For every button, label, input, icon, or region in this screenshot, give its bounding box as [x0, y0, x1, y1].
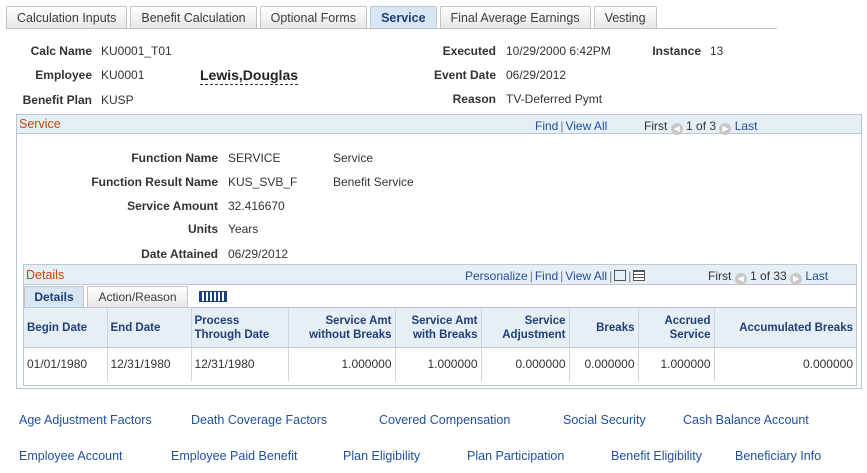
col-accrued-service[interactable]: Accrued Service	[638, 307, 715, 348]
details-first-label: First	[708, 269, 732, 283]
reason-value: TV-Deferred Pymt	[506, 92, 603, 106]
service-amount-label: Service Amount	[127, 199, 218, 213]
event-date-value: 06/29/2012	[506, 68, 567, 82]
download-grid-icon[interactable]	[633, 270, 646, 281]
tab-service[interactable]: Service	[370, 6, 437, 29]
col-process-through-date[interactable]: Process Through Date	[191, 307, 289, 348]
details-grid-header: Details Personalize | Find | View All | | Firs…	[24, 265, 856, 285]
link-plan-participation[interactable]: Plan Participation	[467, 449, 564, 463]
details-view-all-link[interactable]: View All	[565, 269, 607, 283]
details-last-link[interactable]: Last	[805, 269, 828, 283]
link-plan-eligibility[interactable]: Plan Eligibility	[343, 449, 420, 463]
service-section-title: Service	[19, 117, 61, 131]
units-label: Units	[188, 222, 218, 236]
employee-id-value: KU0001	[101, 68, 145, 82]
link-social-security[interactable]: Social Security	[563, 413, 646, 427]
component-tabs: Calculation Inputs Benefit Calculation O…	[6, 6, 660, 29]
grid-tab-action-reason[interactable]: Action/Reason	[87, 286, 188, 308]
link-benefit-eligibility[interactable]: Benefit Eligibility	[611, 449, 702, 463]
col-begin-date[interactable]: Begin Date	[24, 307, 108, 348]
calc-name-value: KU0001_T01	[101, 44, 172, 58]
link-employee-paid-benefit[interactable]: Employee Paid Benefit	[171, 449, 297, 463]
function-result-label: Function Result Name	[91, 175, 218, 189]
tab-calculation-inputs[interactable]: Calculation Inputs	[6, 6, 128, 29]
details-find-link[interactable]: Find	[535, 269, 558, 283]
zoom-grid-icon[interactable]	[614, 270, 627, 281]
cell-breaks: 0.000000	[569, 347, 639, 381]
service-first-label: First	[644, 119, 668, 133]
col-service-amt-without-breaks[interactable]: Service Amt without Breaks	[288, 307, 396, 348]
function-name-desc: Service	[333, 151, 374, 165]
service-pager-count: 1 of 3	[686, 119, 717, 133]
reason-label: Reason	[452, 92, 496, 106]
service-amount-value: 32.416670	[228, 199, 285, 213]
employee-label: Employee	[35, 68, 92, 82]
cell-service-amt-with-breaks: 1.000000	[395, 347, 482, 381]
cell-accumulated-breaks: 0.000000	[714, 347, 856, 381]
service-section-header: Service Find | View All First ◀ 1 of 3 ▶ L…	[17, 115, 861, 135]
link-beneficiary-info[interactable]: Beneficiary Info	[735, 449, 821, 463]
tab-optional-forms[interactable]: Optional Forms	[259, 6, 368, 29]
previous-row-arrow-icon[interactable]: ◀	[734, 273, 747, 285]
function-name-value: SERVICE	[228, 151, 281, 165]
function-name-label: Function Name	[131, 151, 218, 165]
col-service-adjustment[interactable]: Service Adjustment	[481, 307, 570, 348]
col-accumulated-breaks[interactable]: Accumulated Breaks	[714, 307, 856, 348]
calc-name-label: Calc Name	[30, 44, 92, 58]
details-pager-count: 1 of 33	[750, 269, 787, 283]
details-pager: First ◀ 1 of 33 ▶ Last	[708, 269, 828, 285]
function-result-value: KUS_SVB_F	[228, 175, 298, 189]
next-arrow-icon[interactable]: ▶	[719, 123, 732, 135]
tab-final-average-earnings[interactable]: Final Average Earnings	[439, 6, 591, 29]
details-table: Begin Date End Date Process Through Date…	[24, 307, 856, 381]
executed-label: Executed	[442, 44, 496, 58]
col-breaks[interactable]: Breaks	[569, 307, 639, 348]
link-death-coverage-factors[interactable]: Death Coverage Factors	[191, 413, 327, 427]
cell-accrued-service: 1.000000	[638, 347, 715, 381]
function-result-desc: Benefit Service	[333, 175, 414, 189]
link-cash-balance-account[interactable]: Cash Balance Account	[683, 413, 809, 427]
tab-vesting[interactable]: Vesting	[593, 6, 657, 29]
details-grid: Details Personalize | Find | View All | | Firs…	[23, 264, 857, 386]
benefit-plan-label: Benefit Plan	[22, 93, 92, 107]
show-all-columns-icon[interactable]	[199, 291, 227, 302]
event-date-label: Event Date	[433, 68, 496, 82]
date-attained-label: Date Attained	[141, 247, 218, 261]
personalize-link[interactable]: Personalize	[465, 269, 528, 283]
units-value: Years	[228, 222, 259, 236]
link-age-adjustment-factors[interactable]: Age Adjustment Factors	[19, 413, 152, 427]
cell-begin-date: 01/01/1980	[24, 347, 108, 381]
service-pager: First ◀ 1 of 3 ▶ Last	[644, 119, 757, 135]
details-nav: Personalize | Find | View All | |	[465, 269, 646, 283]
cell-service-amt-without-breaks: 1.000000	[288, 347, 396, 381]
cell-process-through-date: 12/31/1980	[191, 347, 289, 381]
link-employee-account[interactable]: Employee Account	[19, 449, 123, 463]
employee-name[interactable]: Lewis,Douglas	[200, 67, 299, 85]
executed-value: 10/29/2000 6:42PM	[506, 44, 611, 58]
cell-service-adjustment: 0.000000	[481, 347, 570, 381]
service-last-link[interactable]: Last	[735, 119, 758, 133]
previous-arrow-icon[interactable]: ◀	[670, 123, 683, 135]
table-row: 01/01/1980 12/31/1980 12/31/1980 1.00000…	[24, 347, 856, 381]
link-covered-compensation[interactable]: Covered Compensation	[379, 413, 510, 427]
service-view-all-link[interactable]: View All	[565, 119, 607, 133]
next-row-arrow-icon[interactable]: ▶	[790, 273, 803, 285]
service-find-link[interactable]: Find	[535, 119, 558, 133]
tab-benefit-calculation[interactable]: Benefit Calculation	[130, 6, 257, 29]
date-attained-value: 06/29/2012	[228, 247, 289, 261]
col-service-amt-with-breaks[interactable]: Service Amt with Breaks	[395, 307, 482, 348]
col-end-date[interactable]: End Date	[107, 307, 192, 348]
cell-end-date: 12/31/1980	[107, 347, 192, 381]
tab-divider	[6, 28, 777, 29]
details-grid-title: Details	[26, 268, 65, 282]
instance-value: 13	[710, 44, 724, 58]
grid-tab-details[interactable]: Details	[24, 286, 84, 308]
instance-label: Instance	[652, 44, 701, 58]
benefit-plan-value: KUSP	[101, 93, 134, 107]
service-nav: Find | View All	[535, 119, 608, 133]
